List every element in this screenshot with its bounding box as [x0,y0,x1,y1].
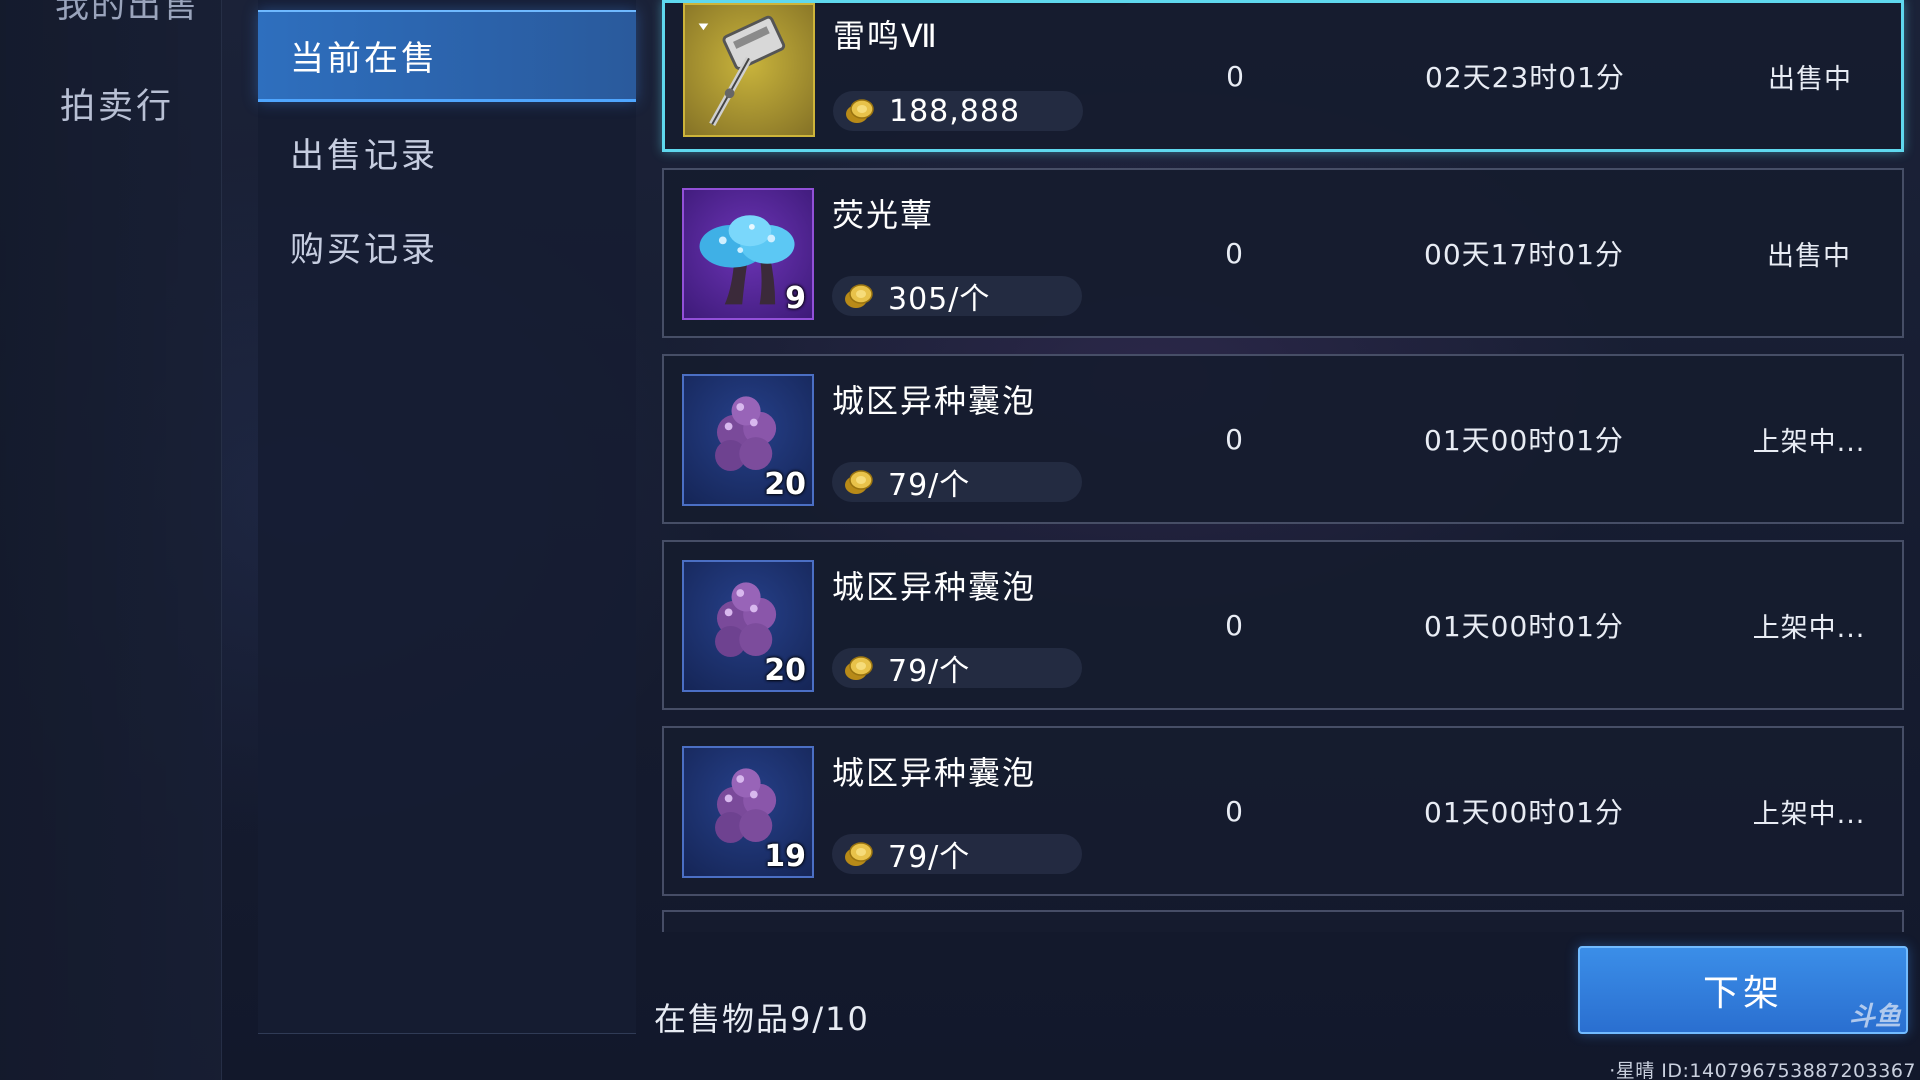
gold-coin-icon [845,470,873,494]
item-price: 79/个 [888,840,971,875]
item-name: 荧光蕈 [832,196,935,234]
item-quantity: 9 [785,281,806,316]
listing-status: 上架中... [1752,612,1866,644]
price-pill: 79/个 [832,462,1082,503]
bid-count: 0 [1226,59,1244,93]
item-price: 79/个 [888,468,971,503]
item-thumbnail: 19 [682,746,814,878]
bid-count: 0 [1225,236,1243,270]
gold-coin-icon [845,842,873,866]
item-name: 城区异种囊泡 [832,568,1037,606]
price-pill: 188,888 [833,91,1083,131]
time-remaining: 01天00时01分 [1424,796,1624,829]
listing-row-partial[interactable] [662,910,1904,932]
listing-row[interactable]: 9 荧光蕈 305/个 0 00天17时01分 出售中 [662,168,1904,338]
bid-count: 0 [1225,422,1243,456]
tab-sales-history[interactable]: 出售记录 [258,106,636,198]
item-thumbnail: 20 [682,560,814,692]
price-pill: 305/个 [832,276,1082,317]
bid-count: 0 [1225,794,1243,828]
time-remaining: 01天00时01分 [1424,610,1624,643]
listing-row[interactable]: 雷鸣Ⅶ 188,888 0 02天23时01分 出售中 [662,0,1904,152]
listing-status: 出售中 [1768,63,1852,95]
auction-screen: 我的出售 拍卖行 当前在售 出售记录 购买记录 雷鸣Ⅶ 188,888 0 02… [0,0,1920,1080]
listing-status: 上架中... [1752,798,1866,830]
hammer-weapon-icon [698,15,786,126]
nav-item-auction-house[interactable]: 拍卖行 [60,78,174,129]
price-pill: 79/个 [832,834,1082,875]
gold-coin-icon [845,284,873,308]
watermark-logo: 斗鱼 [1848,1002,1901,1032]
on-sale-count: 在售物品9/10 [654,1000,870,1038]
time-remaining: 01天00时01分 [1424,424,1624,457]
tab-purchase-history[interactable]: 购买记录 [258,200,636,292]
item-thumbnail: 9 [682,188,814,320]
listing-row[interactable]: 20 城区异种囊泡 79/个 0 01天00时01分 上架中... [662,540,1904,710]
sub-menu: 当前在售 出售记录 购买记录 [258,0,636,1034]
left-nav: 我的出售 拍卖行 [0,0,222,1080]
item-quantity: 20 [764,653,806,688]
item-thumbnail [683,3,815,137]
listing-status: 上架中... [1752,426,1866,458]
item-name: 城区异种囊泡 [832,754,1037,792]
item-thumbnail: 20 [682,374,814,506]
item-price: 79/个 [888,654,971,689]
tab-currently-on-sale[interactable]: 当前在售 [258,10,636,102]
item-price: 188,888 [889,93,1021,129]
bid-count: 0 [1225,608,1243,642]
time-remaining: 02天23时01分 [1425,61,1625,94]
item-name: 雷鸣Ⅶ [833,17,939,55]
gold-coin-icon [846,99,874,123]
gold-coin-icon [845,656,873,680]
item-name: 城区异种囊泡 [832,382,1037,420]
item-quantity: 20 [764,467,806,502]
player-id: ·星晴 ID:140796753887203367 [1609,1060,1916,1080]
nav-item-my-sales[interactable]: 我的出售 [55,0,199,27]
item-price: 305/个 [888,282,991,317]
item-quantity: 19 [764,839,806,874]
listing-row[interactable]: 20 城区异种囊泡 79/个 0 01天00时01分 上架中... [662,354,1904,524]
time-remaining: 00天17时01分 [1424,238,1624,271]
listing-row[interactable]: 19 城区异种囊泡 79/个 0 01天00时01分 上架中... [662,726,1904,896]
price-pill: 79/个 [832,648,1082,689]
listing-status: 出售中 [1767,240,1851,272]
